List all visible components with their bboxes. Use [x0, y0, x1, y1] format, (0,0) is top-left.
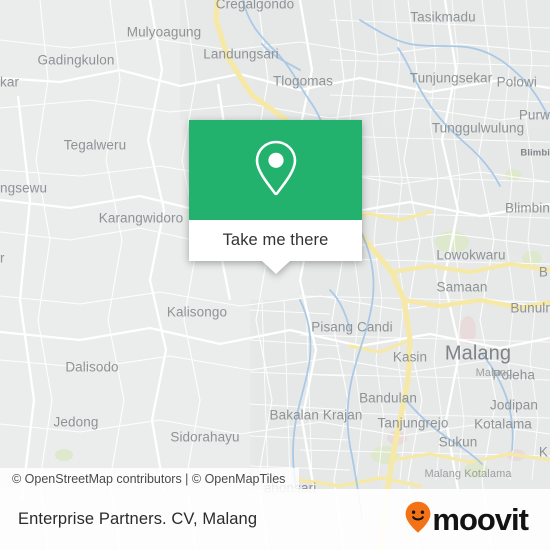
- map-pin-icon: [252, 139, 300, 202]
- take-me-there-callout[interactable]: Take me there: [189, 120, 362, 274]
- footer-bar: Enterprise Partners. CV, Malang moovit: [0, 489, 550, 550]
- map-attribution[interactable]: © OpenStreetMap contributors | © OpenMap…: [0, 468, 300, 489]
- callout-tail-arrow: [261, 261, 290, 274]
- moovit-logo[interactable]: moovit: [405, 501, 529, 538]
- place-title: Enterprise Partners. CV, Malang: [18, 510, 258, 528]
- moovit-wordmark: moovit: [432, 502, 529, 537]
- callout-action-bar[interactable]: Take me there: [189, 220, 362, 274]
- take-me-there-label: Take me there: [222, 231, 329, 249]
- moovit-map-screen: Mulyoagung Cregalgondo Tasikmadu Gadingkulo…: [0, 0, 550, 550]
- callout-image-panel: [189, 120, 362, 220]
- moovit-smiley-pin-icon: [405, 501, 431, 538]
- attribution-text: © OpenStreetMap contributors | © OpenMap…: [12, 471, 286, 486]
